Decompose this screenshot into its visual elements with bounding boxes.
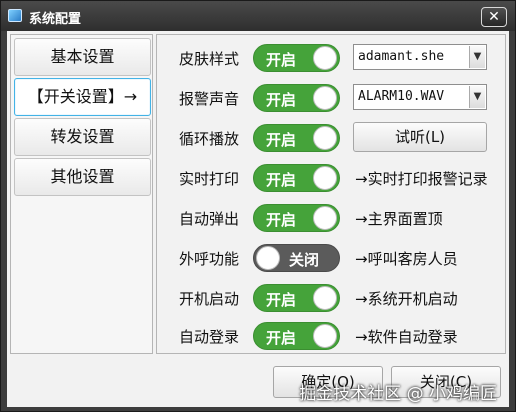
toggle-knob bbox=[313, 46, 337, 70]
loop-play-toggle-text: 开启 bbox=[266, 131, 297, 149]
app-icon bbox=[8, 9, 22, 22]
alarm-sound-label: 报警声音 bbox=[179, 90, 240, 108]
auto-login-toggle[interactable]: 开启 bbox=[253, 322, 340, 350]
switch-settings-panel: 皮肤样式 开启 adamant.she ▼ 报警声音 开启 ALARM10.WA… bbox=[156, 34, 506, 354]
boot-start-toggle[interactable]: 开启 bbox=[253, 284, 340, 312]
boot-start-label: 开机启动 bbox=[179, 290, 240, 308]
outbound-call-label: 外呼功能 bbox=[179, 250, 240, 268]
close-window-button[interactable]: ✕ bbox=[481, 7, 507, 27]
alarm-sound-toggle[interactable]: 开启 bbox=[253, 84, 340, 112]
window-title: 系统配置 bbox=[29, 12, 82, 27]
setting-row-realtime-print: 实时打印 开启 →实时打印报警记录 bbox=[157, 162, 507, 194]
nav-item-switch[interactable]: 【开关设置】→ bbox=[14, 78, 151, 116]
boot-start-toggle-text: 开启 bbox=[266, 291, 297, 309]
outbound-call-toggle[interactable]: 关闭 bbox=[253, 244, 340, 272]
nav-item-other[interactable]: 其他设置 bbox=[14, 158, 151, 196]
nav-item-forward[interactable]: 转发设置 bbox=[14, 118, 151, 156]
toggle-knob bbox=[313, 126, 337, 150]
preview-sound-button[interactable]: 试听(L) bbox=[353, 122, 487, 152]
auto-popup-note: →主界面置顶 bbox=[355, 210, 443, 228]
skin-toggle[interactable]: 开启 bbox=[253, 44, 340, 72]
setting-row-boot-start: 开机启动 开启 →系统开机启动 bbox=[157, 282, 507, 314]
realtime-print-note: →实时打印报警记录 bbox=[355, 170, 488, 188]
watermark: 掘金技术社区 @ 小鸡编匠 bbox=[299, 384, 497, 404]
toggle-knob bbox=[313, 324, 337, 348]
auto-login-note: →软件自动登录 bbox=[355, 328, 458, 346]
setting-row-alarm-sound: 报警声音 开启 ALARM10.WAV ▼ bbox=[157, 82, 507, 114]
dropdown-arrow-icon[interactable]: ▼ bbox=[469, 46, 485, 68]
skin-label: 皮肤样式 bbox=[179, 50, 240, 68]
auto-login-label: 自动登录 bbox=[179, 328, 240, 346]
setting-row-auto-login: 自动登录 开启 →软件自动登录 bbox=[157, 320, 507, 352]
settings-window: 系统配置 ✕ 基本设置 【开关设置】→ 转发设置 其他设置 皮肤样式 开启 ad… bbox=[0, 0, 516, 412]
auto-popup-toggle[interactable]: 开启 bbox=[253, 204, 340, 232]
settings-nav: 基本设置 【开关设置】→ 转发设置 其他设置 bbox=[10, 34, 153, 354]
setting-row-outbound-call: 外呼功能 关闭 →呼叫客房人员 bbox=[157, 242, 507, 274]
auto-popup-label: 自动弹出 bbox=[179, 210, 240, 228]
outbound-call-note: →呼叫客房人员 bbox=[355, 250, 458, 268]
dropdown-arrow-icon[interactable]: ▼ bbox=[469, 86, 485, 108]
nav-item-basic[interactable]: 基本设置 bbox=[14, 38, 151, 76]
loop-play-label: 循环播放 bbox=[179, 130, 240, 148]
skin-select[interactable]: adamant.she ▼ bbox=[353, 44, 487, 70]
toggle-knob bbox=[256, 246, 280, 270]
outbound-call-toggle-text: 关闭 bbox=[289, 251, 320, 269]
toggle-knob bbox=[313, 286, 337, 310]
skin-toggle-text: 开启 bbox=[266, 51, 297, 69]
realtime-print-toggle-text: 开启 bbox=[266, 171, 297, 189]
skin-select-value: adamant.she bbox=[358, 49, 445, 64]
auto-login-toggle-text: 开启 bbox=[266, 329, 297, 347]
alarm-sound-select-value: ALARM10.WAV bbox=[358, 89, 445, 104]
setting-row-auto-popup: 自动弹出 开启 →主界面置顶 bbox=[157, 202, 507, 234]
auto-popup-toggle-text: 开启 bbox=[266, 211, 297, 229]
setting-row-skin: 皮肤样式 开启 adamant.she ▼ bbox=[157, 42, 507, 74]
title-bar[interactable]: 系统配置 ✕ bbox=[1, 1, 515, 31]
realtime-print-toggle[interactable]: 开启 bbox=[253, 164, 340, 192]
toggle-knob bbox=[313, 166, 337, 190]
alarm-sound-toggle-text: 开启 bbox=[266, 91, 297, 109]
alarm-sound-select[interactable]: ALARM10.WAV ▼ bbox=[353, 84, 487, 110]
setting-row-loop-play: 循环播放 开启 试听(L) bbox=[157, 122, 507, 154]
dialog-body: 基本设置 【开关设置】→ 转发设置 其他设置 皮肤样式 开启 adamant.s… bbox=[7, 31, 509, 407]
toggle-knob bbox=[313, 86, 337, 110]
toggle-knob bbox=[313, 206, 337, 230]
realtime-print-label: 实时打印 bbox=[179, 170, 240, 188]
loop-play-toggle[interactable]: 开启 bbox=[253, 124, 340, 152]
boot-start-note: →系统开机启动 bbox=[355, 290, 458, 308]
